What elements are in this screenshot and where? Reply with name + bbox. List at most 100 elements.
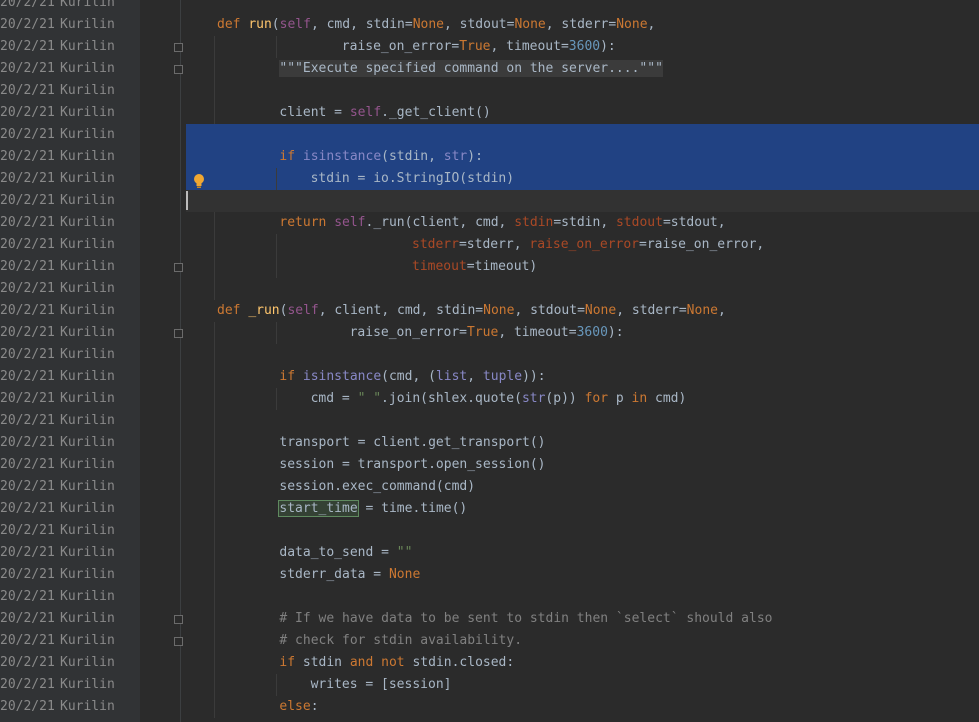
fold-toggle-icon[interactable] [174,329,183,338]
code-line[interactable]: if stdin and not stdin.closed: [186,652,979,674]
annotation-author: Kurilin [60,479,115,494]
code-token: self [287,303,319,318]
annotation-author: Kurilin [60,611,115,626]
annotation-author: Kurilin [60,83,115,98]
code-line[interactable] [186,190,979,212]
annotation-date: 20/2/21 [0,611,55,626]
annotation-author: Kurilin [60,259,115,274]
annotation-date: 20/2/21 [0,545,55,560]
code-text: raise_on_error=True, timeout=3600): [342,36,616,58]
code-token: =stdout, [662,215,726,230]
code-token: _run [248,303,280,318]
code-line[interactable]: stderr_data = None [186,564,979,586]
annotation-author: Kurilin [60,193,115,208]
code-text: if isinstance(stdin, str): [279,146,483,168]
code-line[interactable]: # check for stdin availability. [186,630,979,652]
annotation-author: Kurilin [60,171,115,186]
code-line[interactable]: data_to_send = "" [186,542,979,564]
code-token: None [514,17,546,32]
indent-guide [214,322,215,344]
annotation-gutter[interactable]: 20/2/21 Kurilin 20/2/21 Kurilin 20/2/21 Kuril… [0,0,140,722]
indent-guide [214,80,215,102]
code-token: transport = client.get_transport() [279,435,546,450]
code-token: run [248,17,272,32]
fold-toggle-icon[interactable] [174,43,183,52]
code-token: if [279,369,303,384]
code-line[interactable]: else: [186,696,979,718]
code-token: else [279,699,311,714]
code-line[interactable]: client = self._get_client() [186,102,979,124]
annotation-author: Kurilin [60,17,115,32]
code-line[interactable]: return self._run(client, cmd, stdin=stdi… [186,212,979,234]
code-line[interactable] [186,586,979,608]
code-text: return self._run(client, cmd, stdin=stdi… [279,212,725,234]
code-line[interactable]: # If we have data to be sent to stdin th… [186,608,979,630]
code-token: , [647,17,656,32]
code-line[interactable]: start_time = time.time() [186,498,979,520]
code-token: cmd = [310,391,358,406]
code-line[interactable]: raise_on_error=True, timeout=3600): [186,322,979,344]
code-line[interactable]: if isinstance(cmd, (list, tuple)): [186,366,979,388]
indent-guide [276,674,278,696]
fold-toggle-icon[interactable] [174,65,183,74]
annotation-date: 20/2/21 [0,0,55,10]
fold-toggle-icon[interactable] [174,637,183,646]
annotation-author: Kurilin [60,105,115,120]
code-token: (stdin, [381,149,444,164]
annotation-author: Kurilin [60,347,115,362]
code-line[interactable] [186,278,979,300]
code-token: (cmd, ( [381,369,436,384]
code-line[interactable]: timeout=timeout) [186,256,979,278]
code-token: , stdout= [444,17,515,32]
code-line[interactable]: def run(self, cmd, stdin=None, stdout=No… [186,14,979,36]
indent-guide [214,388,215,410]
code-line[interactable] [186,124,979,146]
code-line[interactable]: stdin = io.StringIO(stdin) [186,168,979,190]
code-token: None [686,303,718,318]
code-line[interactable] [186,520,979,542]
annotation-date: 20/2/21 [0,699,55,714]
code-token: 3600 [576,325,608,340]
indent-guide [276,256,278,278]
code-line[interactable]: session.exec_command(cmd) [186,476,979,498]
code-line[interactable]: writes = [session] [186,674,979,696]
fold-gutter[interactable] [141,0,185,722]
annotation-author: Kurilin [60,149,115,164]
code-line[interactable]: if isinstance(stdin, str): [186,146,979,168]
annotation-author: Kurilin [60,237,115,252]
fold-toggle-icon[interactable] [174,615,183,624]
code-line[interactable]: stderr=stderr, raise_on_error=raise_on_e… [186,234,979,256]
code-token: , timeout= [490,39,569,54]
code-line[interactable]: transport = client.get_transport() [186,432,979,454]
code-token: tuple [482,369,523,384]
fold-toggle-icon[interactable] [174,263,183,272]
code-token: cmd) [655,391,687,406]
indent-guide [214,454,215,476]
lightbulb-icon[interactable] [193,173,205,189]
code-token: None [616,17,648,32]
code-token: stdin.closed: [412,655,515,670]
code-token: stdin [514,215,554,230]
code-line[interactable]: cmd = " ".join(shlex.quote(str(p)) for p… [186,388,979,410]
annotation-date: 20/2/21 [0,589,55,604]
code-line[interactable]: def _run(self, client, cmd, stdin=None, … [186,300,979,322]
code-text: data_to_send = "" [279,542,412,564]
code-token: (p)) [545,391,585,406]
annotation-date: 20/2/21 [0,149,55,164]
code-line[interactable] [186,344,979,366]
indent-guide [214,58,215,80]
code-line[interactable] [186,410,979,432]
code-text: stderr_data = None [279,564,420,586]
code-token: )): [522,369,546,384]
annotation-date: 20/2/21 [0,435,55,450]
code-token: def [217,303,249,318]
indent-guide [276,322,278,344]
code-token: True [459,39,491,54]
code-line[interactable]: raise_on_error=True, timeout=3600): [186,36,979,58]
code-line[interactable]: """Execute specified command on the serv… [186,58,979,80]
code-token: ): [600,39,616,54]
code-line[interactable] [186,80,979,102]
code-line[interactable]: session = transport.open_session() [186,454,979,476]
code-token: raise_on_error= [349,325,467,340]
code-text: # If we have data to be sent to stdin th… [279,608,772,630]
